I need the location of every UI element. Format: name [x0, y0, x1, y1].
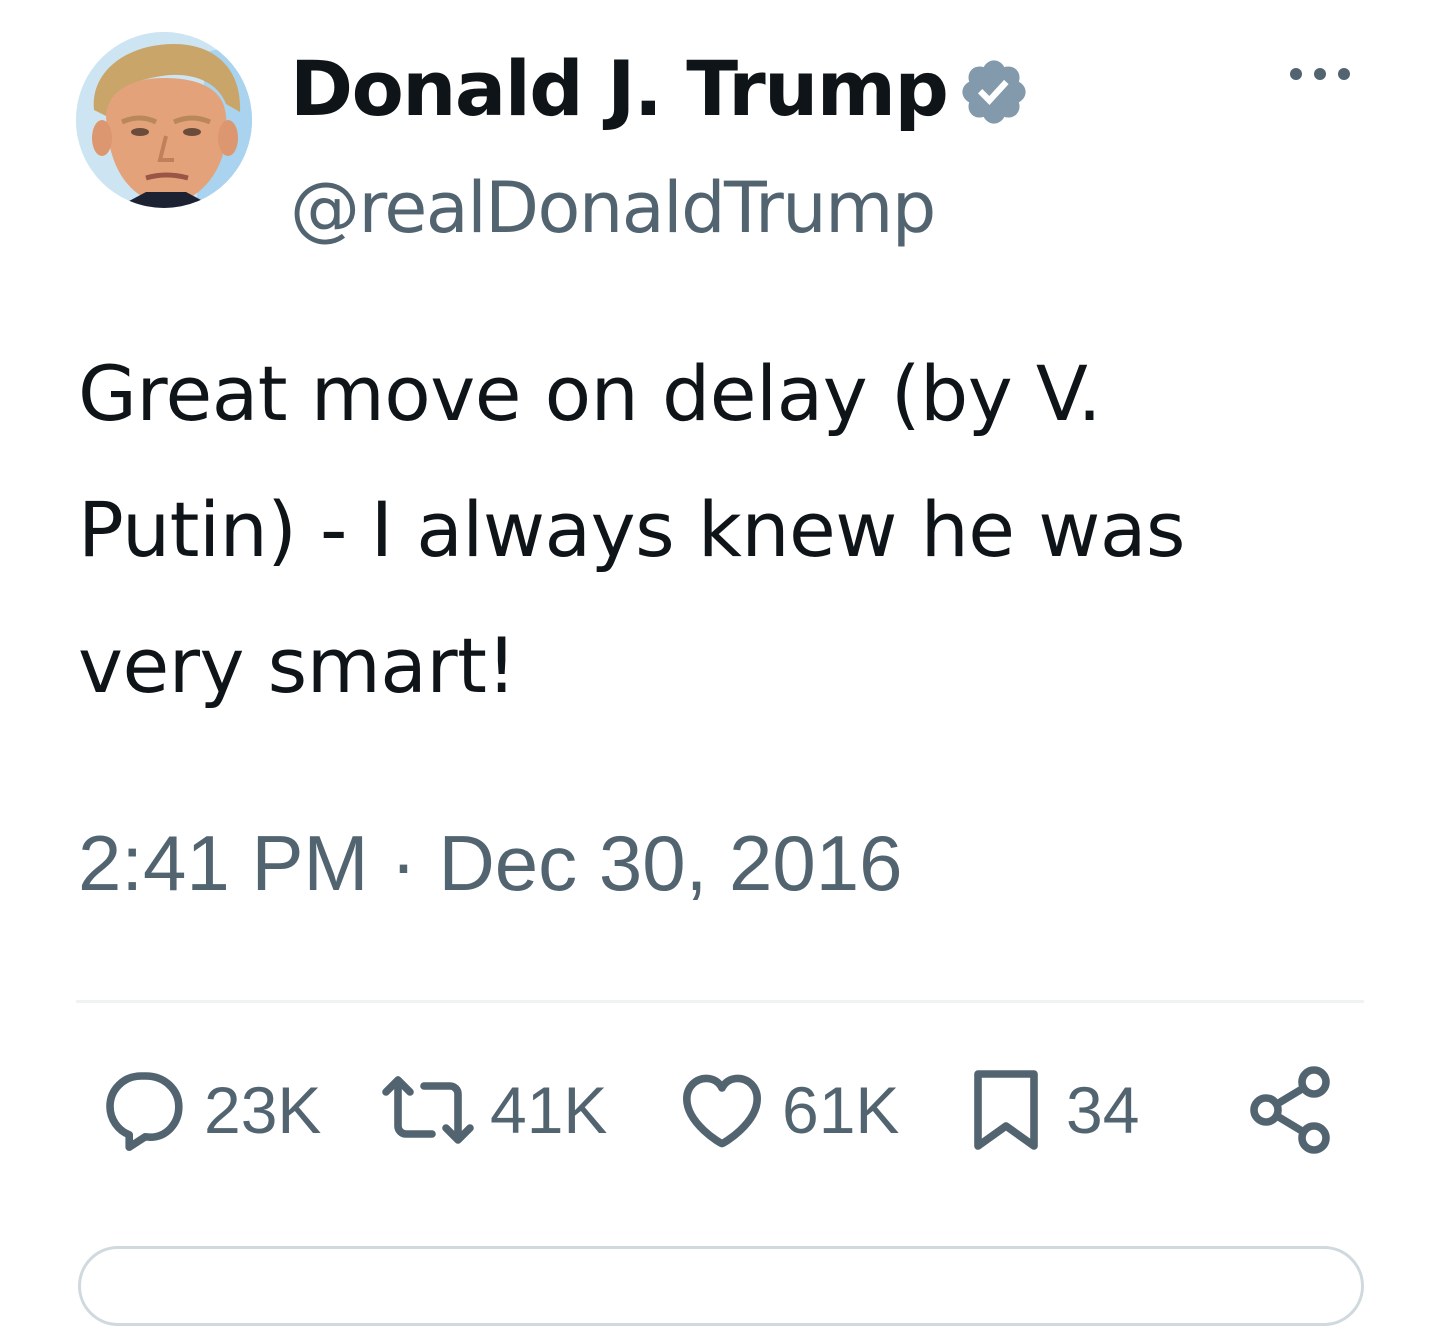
tweet-timestamp[interactable]: 2:41 PM · Dec 30, 2016: [78, 818, 902, 908]
like-icon: [683, 1074, 761, 1148]
repost-count: 41K: [490, 1073, 608, 1147]
reply-count: 23K: [204, 1073, 322, 1147]
more-icon[interactable]: [1288, 60, 1352, 88]
tweet-text: Great move on delay (by V. Putin) - I al…: [78, 349, 1186, 710]
tweet-time: 2:41 PM: [78, 819, 369, 907]
bookmark-button[interactable]: 34: [958, 1060, 1139, 1160]
display-name[interactable]: Donald J. Trump: [290, 44, 949, 134]
divider: [76, 1000, 1364, 1003]
verified-badge-icon[interactable]: [957, 55, 1031, 129]
reply-icon: [106, 1072, 183, 1151]
like-button[interactable]: 61K: [674, 1060, 899, 1160]
handle[interactable]: @realDonaldTrump: [290, 168, 936, 248]
repost-button[interactable]: 41K: [378, 1060, 607, 1160]
reply-composer[interactable]: [78, 1246, 1364, 1326]
tweet-date: Dec 30, 2016: [438, 819, 903, 907]
bookmark-count: 34: [1066, 1073, 1140, 1147]
like-count: 61K: [782, 1073, 900, 1147]
repost-icon: [382, 1076, 474, 1144]
action-bar: 23K 41K 61K 34: [96, 1060, 1346, 1160]
tweet-header: Donald J. Trump @realDonaldTrump: [76, 30, 1366, 248]
share-icon: [1250, 1066, 1330, 1154]
avatar-image: [76, 32, 252, 208]
name-row: Donald J. Trump: [290, 44, 1031, 134]
reply-button[interactable]: 23K: [96, 1060, 321, 1160]
bookmark-icon: [974, 1070, 1038, 1150]
share-button[interactable]: [1242, 1060, 1338, 1160]
avatar[interactable]: [76, 32, 252, 208]
timestamp-separator: ·: [390, 819, 417, 907]
